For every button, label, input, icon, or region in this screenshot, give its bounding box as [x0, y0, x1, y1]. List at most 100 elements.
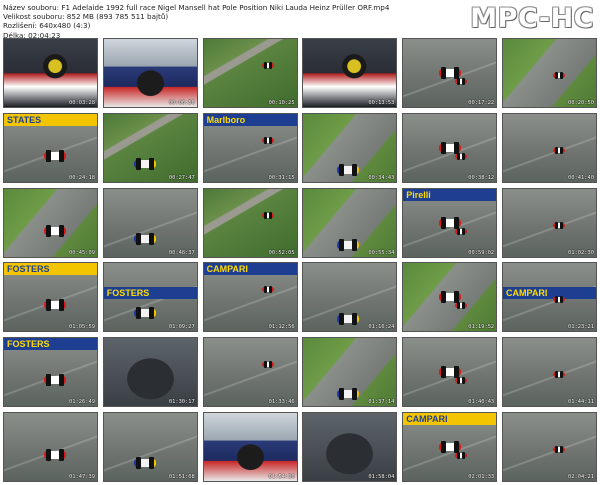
race-car — [44, 224, 66, 237]
resolution-label: Rozlišení: 640x480 (4:3) — [3, 21, 91, 31]
video-thumbnail[interactable]: 00:27:47 — [102, 112, 198, 183]
thumbnail-timestamp: 01:05:59 — [69, 324, 95, 331]
video-thumbnail[interactable]: 00:48:37 — [102, 187, 198, 258]
video-thumbnail[interactable]: 01:33:46 — [202, 337, 298, 408]
thumbnail-timestamp: 01:37:14 — [368, 399, 395, 406]
thumbnail-frame — [203, 39, 297, 107]
video-thumbnail[interactable]: 00:55:34 — [302, 187, 398, 258]
video-thumbnail[interactable]: 00:10:25 — [202, 38, 298, 108]
video-thumbnail[interactable]: 01:44:11 — [501, 337, 597, 408]
thumbnail-grid: 00:03:28 00:06:56 00:10:25 00:13:53 00:17:22… — [3, 38, 597, 482]
thumbnail-timestamp: 01:44:11 — [568, 399, 594, 406]
race-car — [439, 141, 462, 154]
video-thumbnail[interactable]: Marlboro 00:31:15 — [202, 112, 298, 183]
race-car — [439, 67, 462, 79]
race-car — [455, 227, 468, 235]
video-thumbnail[interactable]: 00:06:56 — [102, 38, 198, 108]
race-car — [455, 152, 468, 160]
race-car — [261, 62, 274, 69]
video-thumbnail[interactable]: 00:20:50 — [501, 38, 597, 108]
race-car — [455, 78, 468, 85]
thumbnail-timestamp: 01:12:56 — [268, 324, 295, 331]
video-thumbnail[interactable]: 00:41:40 — [501, 112, 597, 183]
thumbnail-timestamp: 01:30:17 — [168, 399, 195, 406]
trackside-banner: Pirelli — [403, 188, 497, 201]
video-thumbnail[interactable]: 01:54:36 — [202, 411, 298, 482]
video-thumbnail[interactable]: CAMPARI 01:12:56 — [202, 262, 298, 333]
video-thumbnail[interactable]: 00:03:28 — [3, 38, 98, 108]
thumbnail-timestamp: 00:48:37 — [168, 249, 195, 256]
race-car — [439, 291, 462, 304]
video-thumbnail[interactable]: 01:40:43 — [402, 337, 498, 408]
race-car — [552, 445, 565, 453]
thumbnail-timestamp: 01:23:21 — [568, 324, 594, 331]
video-thumbnail[interactable]: 01:16:24 — [302, 262, 398, 333]
video-thumbnail[interactable]: 00:34:43 — [302, 112, 398, 183]
thumbnail-timestamp: 02:01:33 — [468, 473, 495, 480]
video-thumbnail[interactable]: 00:52:05 — [202, 187, 298, 258]
thumbnail-frame — [103, 412, 197, 481]
race-car — [552, 146, 565, 154]
thumbnail-frame — [4, 39, 97, 107]
race-car — [133, 157, 156, 170]
video-thumbnail[interactable]: 01:19:52 — [402, 262, 498, 333]
video-thumbnail[interactable]: Pirelli 00:59:02 — [402, 187, 498, 258]
thumbnail-timestamp: 00:24:18 — [69, 174, 95, 181]
race-car — [337, 313, 360, 326]
video-thumbnail[interactable]: 01:58:04 — [302, 411, 398, 482]
video-thumbnail[interactable]: 01:37:14 — [302, 337, 398, 408]
video-thumbnail[interactable]: CAMPARI 01:23:21 — [501, 262, 597, 333]
video-thumbnail[interactable]: FOSTERS 01:05:59 — [3, 262, 98, 333]
thumbnail-timestamp: 01:51:08 — [168, 473, 195, 480]
thumbnail-frame — [203, 412, 297, 481]
video-thumbnail[interactable]: 02:04:21 — [501, 411, 597, 482]
video-thumbnail[interactable]: 00:38:12 — [402, 112, 498, 183]
thumbnail-timestamp: 00:41:40 — [568, 174, 594, 181]
thumbnail-frame — [502, 188, 596, 257]
video-thumbnail[interactable]: FOSTERS 01:09:27 — [102, 262, 198, 333]
video-thumbnail[interactable]: 00:13:53 — [302, 38, 398, 108]
video-thumbnail[interactable]: 01:02:30 — [501, 187, 597, 258]
trackside-banner: CAMPARI — [502, 287, 596, 300]
race-car — [44, 374, 66, 387]
thumbnail-frame — [103, 338, 197, 407]
race-car — [133, 456, 156, 469]
video-thumbnail[interactable]: CAMPARI 02:01:33 — [402, 411, 498, 482]
race-car — [261, 136, 274, 144]
race-car — [439, 440, 462, 453]
video-thumbnail[interactable]: FOSTERS 01:26:49 — [3, 337, 98, 408]
thumbnail-timestamp: 00:52:05 — [268, 249, 295, 256]
thumbnail-timestamp: 01:16:24 — [368, 324, 395, 331]
trackside-banner: FOSTERS — [4, 263, 97, 276]
video-thumbnail[interactable]: 00:17:22 — [402, 38, 498, 108]
thumbnail-timestamp: 00:55:34 — [368, 249, 395, 256]
trackside-banner: FOSTERS — [4, 338, 97, 351]
thumbnail-frame — [502, 39, 596, 107]
thumbnail-timestamp: 00:06:56 — [168, 100, 195, 106]
video-thumbnail[interactable]: 01:51:08 — [102, 411, 198, 482]
race-car — [337, 388, 360, 401]
trackside-banner: CAMPARI — [403, 412, 497, 425]
thumbnail-timestamp: 01:02:30 — [568, 249, 594, 256]
thumbnail-frame — [4, 188, 97, 257]
video-thumbnail[interactable]: 00:45:09 — [3, 187, 98, 258]
race-car — [439, 366, 462, 379]
thumbnail-timestamp: 01:54:36 — [268, 473, 295, 480]
thumbnail-timestamp: 00:31:15 — [268, 174, 295, 181]
video-thumbnail[interactable]: 01:30:17 — [102, 337, 198, 408]
video-thumbnail[interactable]: STATES 00:24:18 — [3, 112, 98, 183]
thumbnail-timestamp: 01:26:49 — [69, 399, 95, 406]
video-thumbnail[interactable]: 01:47:39 — [3, 411, 98, 482]
thumbnail-timestamp: 00:10:25 — [268, 100, 295, 106]
thumbnail-frame — [502, 338, 596, 407]
file-info-header: Název souboru: F1 Adelaide 1992 full rac… — [3, 3, 473, 40]
race-car — [337, 238, 360, 251]
file-name-label: Název souboru: F1 Adelaide 1992 full rac… — [3, 3, 390, 12]
thumbnail-frame — [303, 39, 397, 107]
thumbnail-timestamp: 00:17:22 — [468, 100, 495, 106]
thumbnail-timestamp: 01:58:04 — [368, 473, 395, 480]
thumbnail-frame — [4, 412, 97, 481]
race-car — [439, 216, 462, 229]
race-car — [261, 211, 274, 219]
trackside-banner: FOSTERS — [103, 287, 197, 300]
